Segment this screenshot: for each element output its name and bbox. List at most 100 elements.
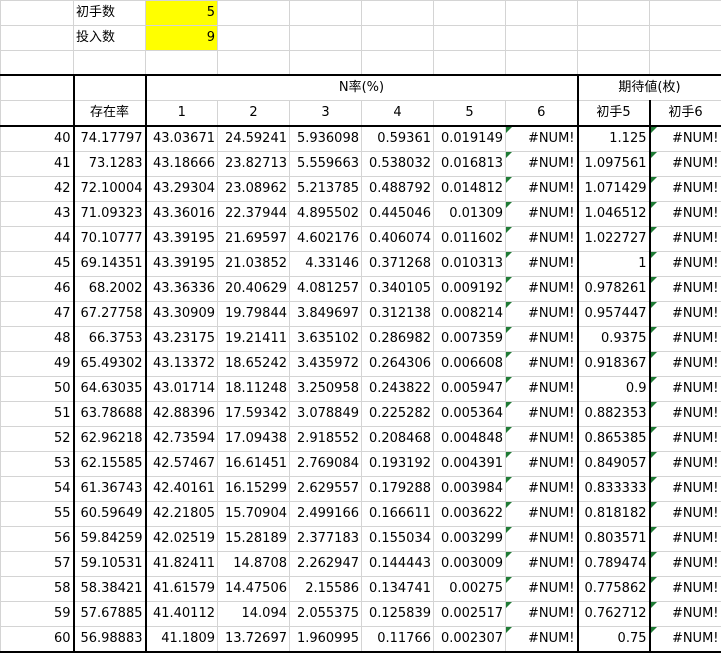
n-col-header[interactable]: 4 xyxy=(361,99,434,127)
exp5-cell[interactable]: 0.957447 xyxy=(576,300,650,327)
cell[interactable] xyxy=(433,50,506,75)
expectation-header[interactable]: 期待値(枚) xyxy=(576,73,721,101)
n5-cell[interactable]: 0.00275 xyxy=(433,575,506,602)
n2-cell[interactable]: 20.40629 xyxy=(217,275,290,302)
n6-cell[interactable]: #NUM! xyxy=(505,450,578,477)
n2-cell[interactable]: 17.09438 xyxy=(217,425,290,452)
exp6-cell[interactable]: #NUM! xyxy=(648,125,721,152)
n2-cell[interactable]: 15.28189 xyxy=(217,525,290,552)
n1-cell[interactable]: 43.36016 xyxy=(144,200,218,227)
n4-cell[interactable]: 0.166611 xyxy=(361,500,434,527)
n4-cell[interactable]: 0.179288 xyxy=(361,475,434,502)
n6-cell[interactable]: #NUM! xyxy=(505,625,578,653)
n4-cell[interactable]: 0.312138 xyxy=(361,300,434,327)
exp5-cell[interactable]: 1 xyxy=(576,250,650,277)
n5-cell[interactable]: 0.002307 xyxy=(433,625,506,653)
cell[interactable] xyxy=(72,73,146,101)
exp6-cell[interactable]: #NUM! xyxy=(648,300,721,327)
exp6-cell[interactable]: #NUM! xyxy=(648,425,721,452)
n4-cell[interactable]: 0.340105 xyxy=(361,275,434,302)
cell[interactable] xyxy=(289,50,362,75)
n5-cell[interactable]: 0.005364 xyxy=(433,400,506,427)
n3-cell[interactable]: 2.15586 xyxy=(289,575,362,602)
n6-cell[interactable]: #NUM! xyxy=(505,350,578,377)
n1-cell[interactable]: 43.18666 xyxy=(144,150,218,177)
n2-cell[interactable]: 16.15299 xyxy=(217,475,290,502)
survival-cell[interactable]: 62.96218 xyxy=(72,425,146,452)
cell[interactable] xyxy=(433,0,506,26)
cell[interactable] xyxy=(289,0,362,26)
cell[interactable] xyxy=(505,50,578,75)
n1-cell[interactable]: 42.57467 xyxy=(144,450,218,477)
n6-cell[interactable]: #NUM! xyxy=(505,375,578,402)
n4-cell[interactable]: 0.11766 xyxy=(361,625,434,653)
exp6-cell[interactable]: #NUM! xyxy=(648,350,721,377)
n-col-header[interactable]: 5 xyxy=(433,99,506,127)
exp6-cell[interactable]: #NUM! xyxy=(648,400,721,427)
cell[interactable] xyxy=(433,25,506,51)
survival-cell[interactable]: 70.10777 xyxy=(72,225,146,252)
row-label[interactable]: 43 xyxy=(0,200,74,227)
exp5-cell[interactable]: 0.775862 xyxy=(576,575,650,602)
n2-cell[interactable]: 13.72697 xyxy=(217,625,290,653)
n2-cell[interactable]: 19.79844 xyxy=(217,300,290,327)
exp5-cell[interactable]: 1.046512 xyxy=(576,200,650,227)
insert-input[interactable]: 9 xyxy=(145,25,218,51)
n1-cell[interactable]: 42.40161 xyxy=(144,475,218,502)
exp5-cell[interactable]: 0.762712 xyxy=(576,600,650,627)
n3-cell[interactable]: 2.499166 xyxy=(289,500,362,527)
n6-cell[interactable]: #NUM! xyxy=(505,550,578,577)
n4-cell[interactable]: 0.286982 xyxy=(361,325,434,352)
n3-cell[interactable]: 5.559663 xyxy=(289,150,362,177)
n1-cell[interactable]: 43.03671 xyxy=(144,125,218,152)
n6-cell[interactable]: #NUM! xyxy=(505,500,578,527)
survival-cell[interactable]: 68.2002 xyxy=(72,275,146,302)
row-label[interactable]: 46 xyxy=(0,275,74,302)
exp6-cell[interactable]: #NUM! xyxy=(648,200,721,227)
exp6-cell[interactable]: #NUM! xyxy=(648,450,721,477)
exp5-cell[interactable]: 1.125 xyxy=(576,125,650,152)
n1-cell[interactable]: 41.82411 xyxy=(144,550,218,577)
n4-cell[interactable]: 0.208468 xyxy=(361,425,434,452)
row-label[interactable]: 52 xyxy=(0,425,74,452)
n-col-header[interactable]: 3 xyxy=(289,99,362,127)
n2-cell[interactable]: 14.8708 xyxy=(217,550,290,577)
exp5-cell[interactable]: 0.882353 xyxy=(576,400,650,427)
cell[interactable] xyxy=(217,0,290,26)
cell[interactable] xyxy=(577,50,650,75)
cell[interactable] xyxy=(649,0,721,26)
n4-cell[interactable]: 0.225282 xyxy=(361,400,434,427)
n3-cell[interactable]: 3.078849 xyxy=(289,400,362,427)
n4-cell[interactable]: 0.144443 xyxy=(361,550,434,577)
row-label[interactable]: 41 xyxy=(0,150,74,177)
n3-cell[interactable]: 4.33146 xyxy=(289,250,362,277)
exp5-cell[interactable]: 0.9375 xyxy=(576,325,650,352)
insert-label[interactable]: 投入数 xyxy=(73,25,146,51)
row-label[interactable]: 55 xyxy=(0,500,74,527)
exp6-cell[interactable]: #NUM! xyxy=(648,225,721,252)
first-hand-input[interactable]: 5 xyxy=(145,0,218,26)
n6-cell[interactable]: #NUM! xyxy=(505,275,578,302)
cell[interactable] xyxy=(505,0,578,26)
row-label[interactable]: 60 xyxy=(0,625,74,653)
n1-cell[interactable]: 42.73594 xyxy=(144,425,218,452)
cell[interactable] xyxy=(361,0,434,26)
row-label[interactable]: 44 xyxy=(0,225,74,252)
n2-cell[interactable]: 21.69597 xyxy=(217,225,290,252)
cell[interactable] xyxy=(0,99,74,127)
cell[interactable] xyxy=(361,25,434,51)
n4-cell[interactable]: 0.538032 xyxy=(361,150,434,177)
n3-cell[interactable]: 1.960995 xyxy=(289,625,362,653)
n6-cell[interactable]: #NUM! xyxy=(505,400,578,427)
row-label[interactable]: 48 xyxy=(0,325,74,352)
n3-cell[interactable]: 2.769084 xyxy=(289,450,362,477)
row-label[interactable]: 40 xyxy=(0,125,74,152)
cell[interactable] xyxy=(649,50,721,75)
row-label[interactable]: 49 xyxy=(0,350,74,377)
n5-cell[interactable]: 0.01309 xyxy=(433,200,506,227)
exp6-cell[interactable]: #NUM! xyxy=(648,600,721,627)
n5-cell[interactable]: 0.006608 xyxy=(433,350,506,377)
n3-cell[interactable]: 5.213785 xyxy=(289,175,362,202)
n5-cell[interactable]: 0.009192 xyxy=(433,275,506,302)
n1-cell[interactable]: 41.61579 xyxy=(144,575,218,602)
